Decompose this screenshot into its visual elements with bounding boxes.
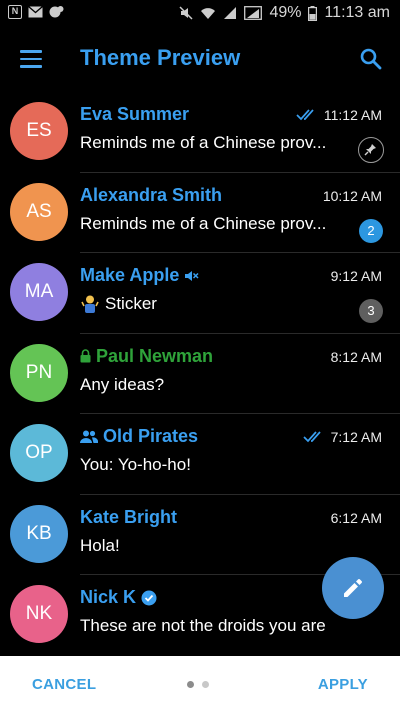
signal-r-icon <box>244 6 263 20</box>
chat-time: 8:12 AM <box>330 348 382 365</box>
chat-message: Sticker <box>105 294 157 313</box>
chat-name: Nick K <box>80 587 137 607</box>
page-title: Theme Preview <box>80 45 241 70</box>
bottom-bar: CANCEL APPLY <box>0 656 400 710</box>
chat-row-paul-newman[interactable]: PN Paul Newman 8:12 AM Any ideas? <box>0 334 400 414</box>
verified-icon <box>141 590 157 605</box>
page-dot-active <box>187 681 194 688</box>
chat-message: Reminds me of a Chinese prov... <box>80 213 327 233</box>
page-indicator <box>187 681 209 688</box>
muted-icon <box>185 270 199 281</box>
notification-n-icon: N <box>8 5 22 19</box>
avatar: ES <box>10 102 68 160</box>
sticker-emoji-icon <box>81 295 99 313</box>
chat-name: Alexandra Smith <box>80 184 223 205</box>
battery-percent: 49% <box>269 4 302 21</box>
pencil-icon <box>344 579 362 597</box>
avatar: OP <box>10 424 68 482</box>
pin-icon <box>358 137 384 163</box>
chat-message: You: Yo-ho-ho! <box>80 455 191 474</box>
chat-row-old-pirates[interactable]: OP Old Pirates 7:12 AM You: Yo-ho-ho! <box>0 414 400 495</box>
double-check-icon <box>296 109 314 121</box>
chat-name: Old Pirates <box>103 426 199 446</box>
avatar: KB <box>10 504 68 563</box>
mail-icon <box>28 6 43 18</box>
chat-row-make-apple[interactable]: MA Make Apple 9:12 AM Sticker 3 <box>0 253 400 334</box>
signal-icon <box>224 7 237 19</box>
chat-time: 11:12 AM <box>323 107 382 123</box>
double-check-icon <box>303 431 321 443</box>
unread-badge: 2 <box>359 218 383 243</box>
avatar: NK <box>10 585 68 643</box>
page-dot <box>202 681 209 688</box>
chat-time: 9:12 AM <box>330 268 382 284</box>
search-icon[interactable] <box>360 48 382 70</box>
status-bar: N 49% 11:13 am <box>0 0 400 26</box>
avatar: PN <box>10 343 68 402</box>
chat-name: Paul Newman <box>96 345 214 366</box>
battery-icon <box>308 5 318 21</box>
chat-message: Hola! <box>80 535 120 555</box>
clock: 11:13 am <box>324 4 390 21</box>
chat-name: Kate Bright <box>80 506 178 527</box>
app-bar: Theme Preview <box>0 26 400 92</box>
mute-icon <box>179 6 193 20</box>
chat-message: Reminds me of a Chinese prov... <box>80 133 327 152</box>
chat-time: 10:12 AM <box>322 187 382 204</box>
app-notification-icon <box>49 6 64 18</box>
avatar: AS <box>10 182 68 241</box>
chat-row-alexandra-smith[interactable]: AS Alexandra Smith 10:12 AM Reminds me o… <box>0 173 400 253</box>
lock-icon <box>80 349 91 363</box>
wifi-icon <box>201 8 216 19</box>
cancel-button[interactable]: CANCEL <box>32 676 96 693</box>
chat-time: 7:12 AM <box>330 429 382 445</box>
chat-time: 6:12 AM <box>330 509 382 526</box>
avatar: MA <box>10 263 68 321</box>
chat-message: These are not the droids you are <box>80 616 326 635</box>
group-icon <box>80 430 98 443</box>
unread-badge: 3 <box>359 299 383 323</box>
chat-name: Eva Summer <box>80 104 190 124</box>
chat-name: Make Apple <box>80 265 180 285</box>
chat-row-eva-summer[interactable]: ES Eva Summer 11:12 AM Reminds me of a C… <box>0 92 400 173</box>
menu-icon[interactable] <box>20 50 42 68</box>
apply-button[interactable]: APPLY <box>318 676 368 693</box>
chat-message: Any ideas? <box>80 374 165 394</box>
compose-button[interactable] <box>322 557 384 619</box>
